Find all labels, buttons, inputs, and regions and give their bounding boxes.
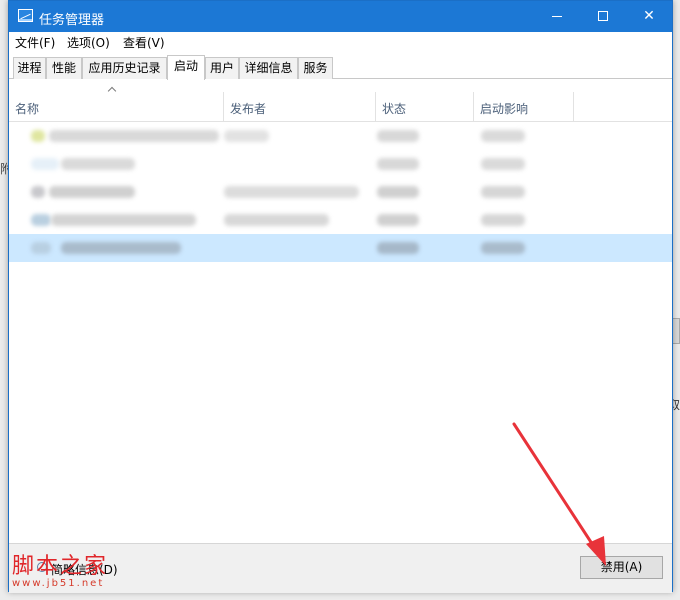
redacted-status: [377, 186, 419, 198]
window-title: 任务管理器: [39, 13, 105, 28]
menu-view[interactable]: 查看(V): [123, 34, 165, 51]
tab-app-history[interactable]: 应用历史记录: [82, 57, 167, 79]
redacted-impact: [481, 186, 525, 198]
app-icon: [31, 214, 51, 226]
task-manager-icon: [18, 9, 33, 22]
tab-services[interactable]: 服务: [298, 57, 333, 79]
redacted-status: [377, 158, 419, 170]
maximize-button[interactable]: [580, 1, 626, 32]
tab-bar: 进程 性能 应用历史记录 启动 用户 详细信息 服务: [9, 52, 672, 80]
annotation-arrow-icon: [512, 422, 606, 566]
redacted-publisher: [224, 130, 269, 142]
menu-options[interactable]: 选项(O): [67, 34, 110, 51]
tab-startup[interactable]: 启动: [167, 55, 205, 80]
title-bar[interactable]: 任务管理器 ✕: [9, 1, 672, 32]
sort-ascending-icon: [107, 86, 117, 96]
app-icon: [31, 130, 45, 142]
column-startup-impact[interactable]: 启动影响: [480, 100, 528, 117]
menu-bar: 文件(F) 选项(O) 查看(V): [9, 32, 672, 52]
column-status[interactable]: 状态: [382, 100, 406, 117]
redacted-name: [51, 214, 196, 226]
redacted-impact: [481, 242, 525, 254]
app-icon: [31, 186, 45, 198]
redacted-name: [61, 158, 135, 170]
close-button[interactable]: ✕: [626, 1, 672, 32]
column-divider[interactable]: [473, 92, 474, 122]
column-divider[interactable]: [375, 92, 376, 122]
close-icon: ✕: [643, 8, 655, 24]
app-icon: [31, 242, 51, 254]
column-divider[interactable]: [573, 92, 574, 122]
tab-users[interactable]: 用户: [205, 57, 239, 79]
table-row[interactable]: [9, 178, 672, 206]
redacted-name: [49, 186, 135, 198]
redacted-impact: [481, 158, 525, 170]
table-row[interactable]: [9, 122, 672, 150]
redacted-status: [377, 242, 419, 254]
column-publisher[interactable]: 发布者: [230, 100, 266, 117]
tab-performance[interactable]: 性能: [46, 57, 82, 79]
table-row[interactable]: [9, 150, 672, 178]
watermark-logo: 脚本之家 www.jb51.net: [12, 548, 108, 589]
column-divider[interactable]: [223, 92, 224, 122]
minimize-button[interactable]: [534, 1, 580, 32]
redacted-impact: [481, 130, 525, 142]
redacted-impact: [481, 214, 525, 226]
minimize-icon: [552, 15, 562, 17]
table-row[interactable]: [9, 206, 672, 234]
watermark-title: 脚本之家: [12, 554, 109, 579]
maximize-icon: [598, 11, 608, 21]
column-name[interactable]: 名称: [15, 100, 39, 117]
tab-processes[interactable]: 进程: [13, 57, 46, 79]
redacted-status: [377, 214, 419, 226]
redacted-status: [377, 130, 419, 142]
column-header: 名称 发布者 状态 启动影响: [9, 80, 672, 122]
background-window-scrollbar: [672, 318, 680, 344]
tab-details[interactable]: 详细信息: [239, 57, 298, 79]
redacted-name: [49, 130, 219, 142]
table-row-selected[interactable]: [9, 234, 672, 262]
app-icon: [31, 158, 59, 170]
redacted-publisher: [224, 186, 359, 198]
watermark-url: www.jb51.net: [12, 578, 105, 589]
menu-file[interactable]: 文件(F): [15, 34, 55, 51]
redacted-name: [61, 242, 181, 254]
redacted-publisher: [224, 214, 329, 226]
